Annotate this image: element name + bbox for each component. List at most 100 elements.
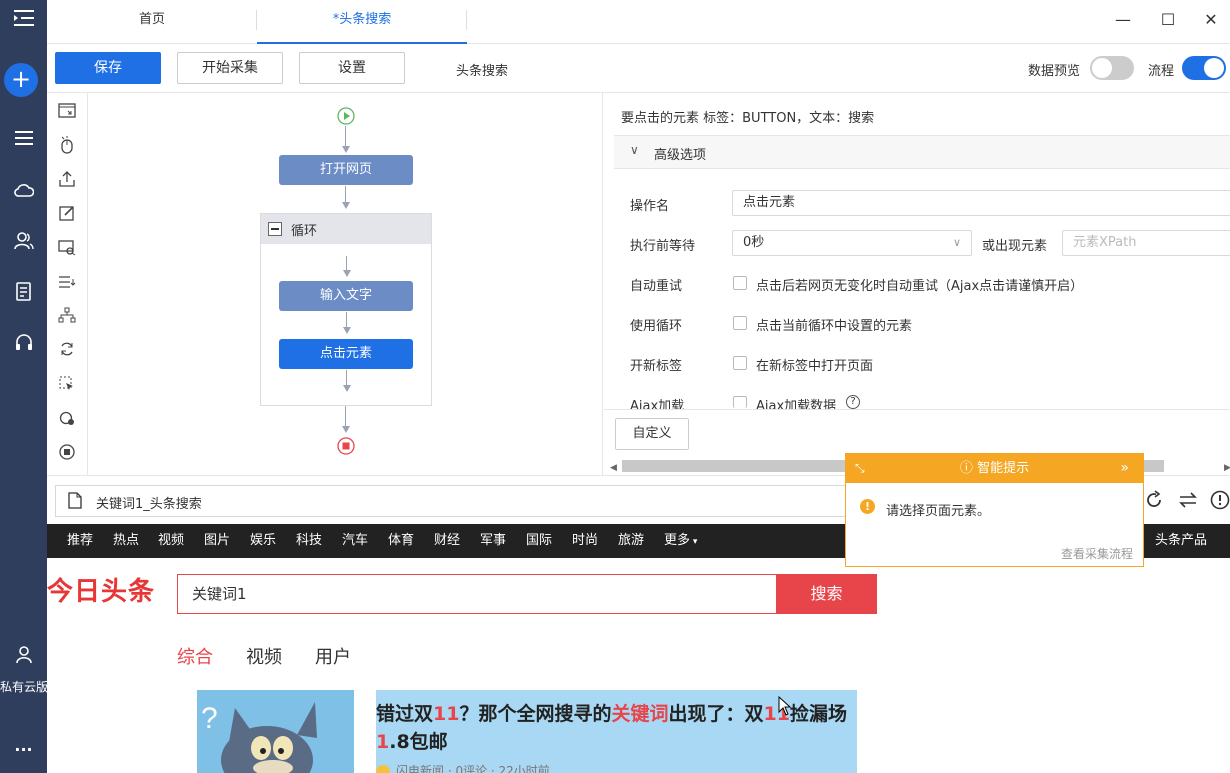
tab-toutiao-search[interactable]: *头条搜索	[257, 0, 467, 44]
mouse-click-icon[interactable]	[55, 136, 79, 160]
file-icon	[68, 492, 82, 513]
flow-connector	[345, 186, 346, 203]
nav-item[interactable]: 娱乐	[250, 524, 276, 558]
flow-arrow	[343, 327, 351, 334]
input-text-icon[interactable]	[55, 204, 79, 228]
info-icon[interactable]	[1210, 490, 1230, 514]
nav-item[interactable]: 推荐	[67, 524, 93, 558]
advanced-options-header[interactable]: ∨ 高级选项	[614, 135, 1230, 169]
flow-arrow	[342, 426, 350, 433]
view-flow-link[interactable]: 查看采集流程	[1061, 545, 1133, 562]
save-button[interactable]: 保存	[55, 52, 161, 84]
new-tab-text: 在新标签中打开页面	[756, 359, 874, 374]
loop-label: 循环	[291, 224, 318, 239]
new-tab-checkbox[interactable]	[733, 356, 747, 370]
content-tab-user[interactable]: 用户	[315, 643, 351, 669]
nav-item[interactable]: 国际	[526, 524, 552, 558]
select-element-icon[interactable]	[55, 375, 79, 399]
tab-home[interactable]: 首页	[87, 0, 217, 44]
nav-item[interactable]: 图片	[204, 524, 230, 558]
extract-data-icon[interactable]	[55, 239, 79, 263]
new-task-button[interactable]: +	[4, 63, 38, 97]
toolbar: 保存 开始采集 设置 头条搜索 数据预览 流程	[47, 44, 1230, 93]
menu-collapse-icon[interactable]	[0, 8, 47, 33]
stop-icon[interactable]	[55, 443, 79, 467]
task-list-icon[interactable]	[0, 130, 47, 151]
branch-icon[interactable]	[55, 306, 79, 330]
nav-item[interactable]: 科技	[296, 524, 322, 558]
nav-item[interactable]: 视频	[158, 524, 184, 558]
flow-node-click-element[interactable]: 点击元素	[279, 339, 413, 369]
headset-icon[interactable]	[0, 333, 47, 356]
switch-dropdown-icon[interactable]	[55, 409, 79, 433]
title-text: ？那个全网搜寻的	[459, 703, 612, 725]
operation-name-input[interactable]: 点击元素	[732, 190, 1230, 216]
title-highlight: 1	[376, 731, 390, 753]
close-icon[interactable]: ✕	[1197, 8, 1225, 34]
nav-item[interactable]: 时尚	[572, 524, 598, 558]
cloud-edition-label: 私有云版	[0, 680, 48, 694]
wait-time-value: 0秒	[743, 235, 765, 250]
content-tab-video[interactable]: 视频	[246, 643, 282, 669]
list-loop-icon[interactable]	[55, 272, 79, 296]
flow-loop-container[interactable]: 循环 输入文字 点击元素	[260, 213, 432, 406]
shrink-icon[interactable]: ⤡	[855, 454, 865, 483]
scroll-left-icon[interactable]: ◀	[610, 463, 617, 473]
flow-label: 流程	[1148, 64, 1175, 79]
site-search-input[interactable]: 关键词1	[177, 574, 777, 614]
auto-retry-checkbox[interactable]	[733, 276, 747, 290]
article-thumbnail[interactable]: ?	[197, 690, 354, 773]
collapse-loop-icon[interactable]	[268, 222, 282, 236]
field-label-wait-before: 执行前等待	[630, 239, 696, 254]
wait-time-select[interactable]: 0秒 ∨	[732, 230, 972, 256]
ajax-checkbox[interactable]	[733, 396, 747, 408]
start-collect-button[interactable]: 开始采集	[177, 52, 283, 84]
maximize-icon[interactable]: ☐	[1154, 8, 1182, 34]
minimize-icon[interactable]: —	[1109, 8, 1137, 34]
flow-node-open-page[interactable]: 打开网页	[279, 155, 413, 185]
article-meta: 闪电新闻 · 0评论 · 22小时前	[376, 762, 550, 773]
data-preview-toggle[interactable]	[1090, 56, 1134, 80]
more-icon[interactable]: ···	[0, 740, 47, 759]
toutiao-logo[interactable]: 今日头条	[47, 570, 162, 614]
settings-button[interactable]: 设置	[299, 52, 405, 84]
page-title-box[interactable]: 关键词1_头条搜索	[55, 485, 855, 517]
custom-button[interactable]: 自定义	[615, 418, 689, 450]
chevron-down-icon: ∨	[952, 236, 961, 249]
smart-tip-title: 智能提示	[977, 461, 1030, 476]
refresh-loop-icon[interactable]	[55, 340, 79, 364]
flow-canvas: 打开网页 循环 输入文字 点击元素	[88, 93, 603, 475]
field-label-new-tab: 开新标签	[630, 359, 683, 374]
nav-item[interactable]: 旅游	[618, 524, 644, 558]
open-page-icon[interactable]	[55, 102, 79, 126]
flow-toggle[interactable]	[1182, 56, 1226, 80]
scroll-right-icon[interactable]: ▶	[1224, 463, 1230, 473]
help-icon[interactable]: ?	[846, 395, 860, 409]
document-icon[interactable]	[0, 282, 47, 306]
flow-arrow	[342, 202, 350, 209]
flow-connector	[345, 126, 346, 148]
switch-arrows-icon[interactable]	[1178, 490, 1198, 514]
element-info-header: 要点击的元素 标签：BUTTON，文本：搜索	[621, 111, 875, 126]
field-label-operation-name: 操作名	[630, 199, 670, 214]
title-highlight: 关键词	[611, 703, 669, 725]
account-icon[interactable]	[0, 646, 47, 669]
nav-item[interactable]: 汽车	[342, 524, 368, 558]
nav-item[interactable]: 热点	[113, 524, 139, 558]
use-loop-checkbox[interactable]	[733, 316, 747, 330]
export-icon[interactable]	[55, 170, 79, 194]
collapse-right-icon[interactable]: »	[1120, 454, 1129, 483]
users-icon[interactable]	[0, 232, 47, 255]
reload-icon[interactable]	[1144, 490, 1164, 514]
nav-products[interactable]: 头条产品	[1155, 524, 1207, 558]
xpath-input[interactable]: 元素XPath	[1062, 230, 1230, 256]
svg-text:?: ?	[201, 702, 218, 735]
cloud-icon[interactable]	[0, 181, 47, 202]
nav-more[interactable]: 更多 ▾	[664, 524, 697, 558]
nav-item[interactable]: 财经	[434, 524, 460, 558]
nav-item[interactable]: 体育	[388, 524, 414, 558]
site-search-button[interactable]: 搜索	[776, 574, 877, 614]
flow-node-input-text[interactable]: 输入文字	[279, 281, 413, 311]
nav-item[interactable]: 军事	[480, 524, 506, 558]
content-tab-all[interactable]: 综合	[177, 643, 213, 669]
